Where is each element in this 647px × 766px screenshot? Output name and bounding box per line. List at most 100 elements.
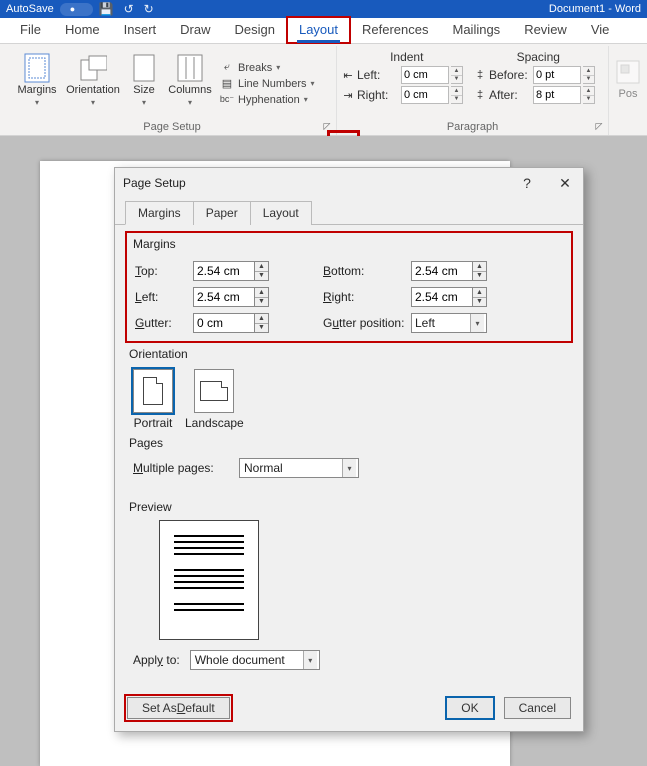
dialog-tab-margins[interactable]: Margins (125, 201, 194, 225)
tab-home[interactable]: Home (53, 17, 112, 43)
margins-button[interactable]: Margins ▾ (12, 48, 62, 119)
chevron-down-icon: ▾ (310, 79, 314, 88)
spinner-right[interactable]: ▲▼ (473, 287, 487, 307)
spacing-before-input[interactable] (533, 66, 581, 84)
indent-left-spinner[interactable]: ▲▼ (451, 66, 463, 84)
dialog-tab-layout[interactable]: Layout (250, 201, 312, 225)
dialog-tabs: Margins Paper Layout (115, 200, 583, 225)
spacing-after-spinner[interactable]: ▲▼ (583, 86, 595, 104)
chevron-down-icon: ▾ (304, 95, 308, 104)
group-paragraph: Indent Spacing ⇤Left: ▲▼ ‡Before: ▲▼ ⇥Ri… (337, 46, 609, 135)
breaks-button[interactable]: ⤶ Breaks ▾ (220, 61, 315, 75)
indent-left-input[interactable] (401, 66, 449, 84)
margins-icon (23, 54, 51, 82)
indent-right-spinner[interactable]: ▲▼ (451, 86, 463, 104)
preview-section-label: Preview (129, 500, 569, 514)
size-label: Size (133, 84, 154, 96)
input-left[interactable] (193, 287, 255, 307)
tab-review[interactable]: Review (512, 17, 579, 43)
group-page-setup: Margins ▾ Orientation ▾ Size ▾ (8, 46, 337, 135)
tab-view[interactable]: Vie (579, 17, 622, 43)
select-gutter-position[interactable]: Left ▾ (411, 313, 487, 333)
dialog-launcher-icon: ◸ (596, 121, 603, 132)
spacing-before-spinner[interactable]: ▲▼ (583, 66, 595, 84)
input-right[interactable] (411, 287, 473, 307)
label-left: Left: (135, 290, 193, 304)
cancel-button[interactable]: Cancel (504, 697, 571, 719)
select-multiple-pages[interactable]: Normal ▾ (239, 458, 359, 478)
chevron-down-icon: ▾ (303, 651, 317, 669)
line-numbers-icon: ▤ (220, 77, 234, 91)
spacing-before-icon: ‡ (473, 68, 487, 82)
chevron-down-icon: ▾ (35, 98, 39, 107)
dialog-help-button[interactable]: ? (517, 175, 537, 191)
orientation-label: Orientation (66, 84, 120, 96)
line-numbers-button[interactable]: ▤ Line Numbers ▾ (220, 77, 315, 91)
indent-right-input[interactable] (401, 86, 449, 104)
tab-layout[interactable]: Layout (287, 17, 350, 43)
highlight-box-margins: Margins Top: ▲▼ Bottom: ▲▼ Left: ▲▼ (125, 231, 573, 343)
hyphenation-button[interactable]: bc⁻ Hyphenation ▾ (220, 93, 315, 107)
autosave-toggle[interactable]: ● (60, 3, 93, 16)
redo-icon[interactable]: ↻ (144, 2, 154, 16)
chevron-down-icon: ▾ (470, 314, 484, 332)
spinner-bottom[interactable]: ▲▼ (473, 261, 487, 281)
input-gutter[interactable] (193, 313, 255, 333)
tab-design[interactable]: Design (223, 17, 287, 43)
preview-thumbnail (159, 520, 259, 640)
tab-references[interactable]: References (350, 17, 440, 43)
dialog-tab-paper[interactable]: Paper (193, 201, 251, 225)
indent-right-icon: ⇥ (341, 88, 355, 102)
ribbon: Margins ▾ Orientation ▾ Size ▾ (0, 44, 647, 136)
spacing-after-input[interactable] (533, 86, 581, 104)
autosave-label: AutoSave (6, 3, 54, 15)
ribbon-tabs: File Home Insert Draw Design Layout Refe… (0, 18, 647, 44)
set-as-default-button[interactable]: Set As Default (127, 697, 230, 719)
margins-label: Margins (17, 84, 56, 96)
indent-header: Indent (341, 50, 473, 66)
select-apply-to[interactable]: Whole document ▾ (190, 650, 320, 670)
ok-button[interactable]: OK (446, 697, 493, 719)
page-setup-dialog: Page Setup ? ✕ Margins Paper Layout Marg… (114, 167, 584, 732)
size-icon (130, 54, 158, 82)
dialog-title: Page Setup (123, 176, 186, 190)
breaks-icon: ⤶ (220, 61, 234, 75)
undo-icon[interactable]: ↺ (124, 2, 134, 16)
tab-file[interactable]: File (8, 17, 53, 43)
columns-button[interactable]: Columns ▾ (164, 48, 216, 119)
label-top: Top: (135, 264, 193, 278)
pages-section-label: Pages (129, 436, 569, 450)
input-bottom[interactable] (411, 261, 473, 281)
orientation-button[interactable]: Orientation ▾ (62, 48, 124, 119)
spinner-left[interactable]: ▲▼ (255, 287, 269, 307)
label-apply-to: Apply to: (133, 653, 180, 667)
tab-draw[interactable]: Draw (168, 17, 222, 43)
size-button[interactable]: Size ▾ (124, 48, 164, 119)
chevron-down-icon: ▾ (142, 98, 146, 107)
label-gutter: Gutter: (135, 316, 193, 330)
margins-section-label: Margins (127, 237, 571, 251)
spinner-top[interactable]: ▲▼ (255, 261, 269, 281)
orientation-portrait[interactable]: Portrait (133, 369, 173, 430)
dialog-close-button[interactable]: ✕ (555, 175, 575, 192)
save-icon[interactable]: 💾 (99, 2, 114, 16)
chevron-down-icon: ▾ (91, 98, 95, 107)
orientation-landscape[interactable]: Landscape (185, 369, 244, 430)
orientation-section-label: Orientation (129, 347, 569, 361)
dialog-titlebar: Page Setup ? ✕ (115, 168, 583, 198)
tab-mailings[interactable]: Mailings (441, 17, 513, 43)
input-top[interactable] (193, 261, 255, 281)
tab-insert[interactable]: Insert (112, 17, 169, 43)
title-bar: AutoSave ● 💾 ↺ ↻ Document1 - Word (0, 0, 647, 18)
spinner-gutter[interactable]: ▲▼ (255, 313, 269, 333)
label-multiple-pages: Multiple pages: (133, 461, 229, 475)
document-title: Document1 - Word (549, 3, 641, 15)
spacing-after-icon: ‡ (473, 88, 487, 102)
page-setup-small: ⤶ Breaks ▾ ▤ Line Numbers ▾ bc⁻ Hyphenat… (216, 48, 319, 119)
paragraph-dialog-launcher[interactable]: ◸ (592, 119, 606, 133)
page-setup-dialog-launcher[interactable]: ◸ (320, 119, 334, 133)
chevron-down-icon: ▾ (188, 98, 192, 107)
label-right: Right: (323, 290, 411, 304)
group-label-paragraph: Paragraph (447, 121, 498, 133)
position-button[interactable]: Pos (613, 48, 643, 100)
